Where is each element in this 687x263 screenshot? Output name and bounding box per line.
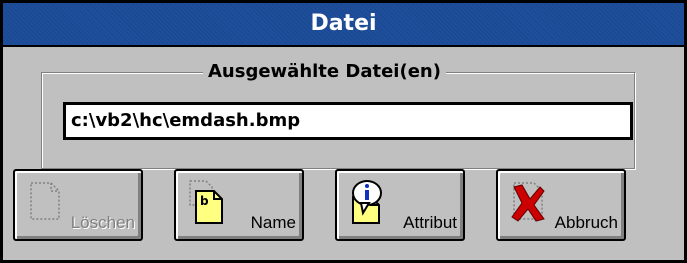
file-dialog-window: Datei Ausgewählte Datei(en) c:\vb2\hc\em… — [0, 0, 687, 263]
delete-button-label: Löschen — [70, 213, 135, 232]
dialog-body: Ausgewählte Datei(en) c:\vb2\hc\emdash.b… — [3, 47, 684, 260]
red-x-icon — [511, 182, 545, 222]
delete-button[interactable]: Löschen — [13, 169, 143, 241]
attribute-button-label: Attribut — [403, 213, 457, 232]
info-document-icon — [352, 180, 382, 224]
attribute-button[interactable]: Attribut — [335, 169, 465, 241]
rename-button-label: Name — [250, 213, 296, 232]
rename-button[interactable]: b Name — [174, 169, 304, 241]
rename-document-icon: b — [189, 180, 223, 224]
svg-text:b: b — [200, 194, 209, 208]
cancel-button[interactable]: Abbruch — [496, 169, 626, 241]
selected-file-field[interactable]: c:\vb2\hc\emdash.bmp — [63, 102, 633, 140]
blank-document-icon — [30, 182, 60, 220]
window-title: Datei — [310, 11, 377, 36]
cancel-button-label: Abbruch — [554, 213, 618, 232]
title-bar[interactable]: Datei — [3, 3, 684, 47]
selected-files-legend: Ausgewählte Datei(en) — [203, 62, 446, 82]
